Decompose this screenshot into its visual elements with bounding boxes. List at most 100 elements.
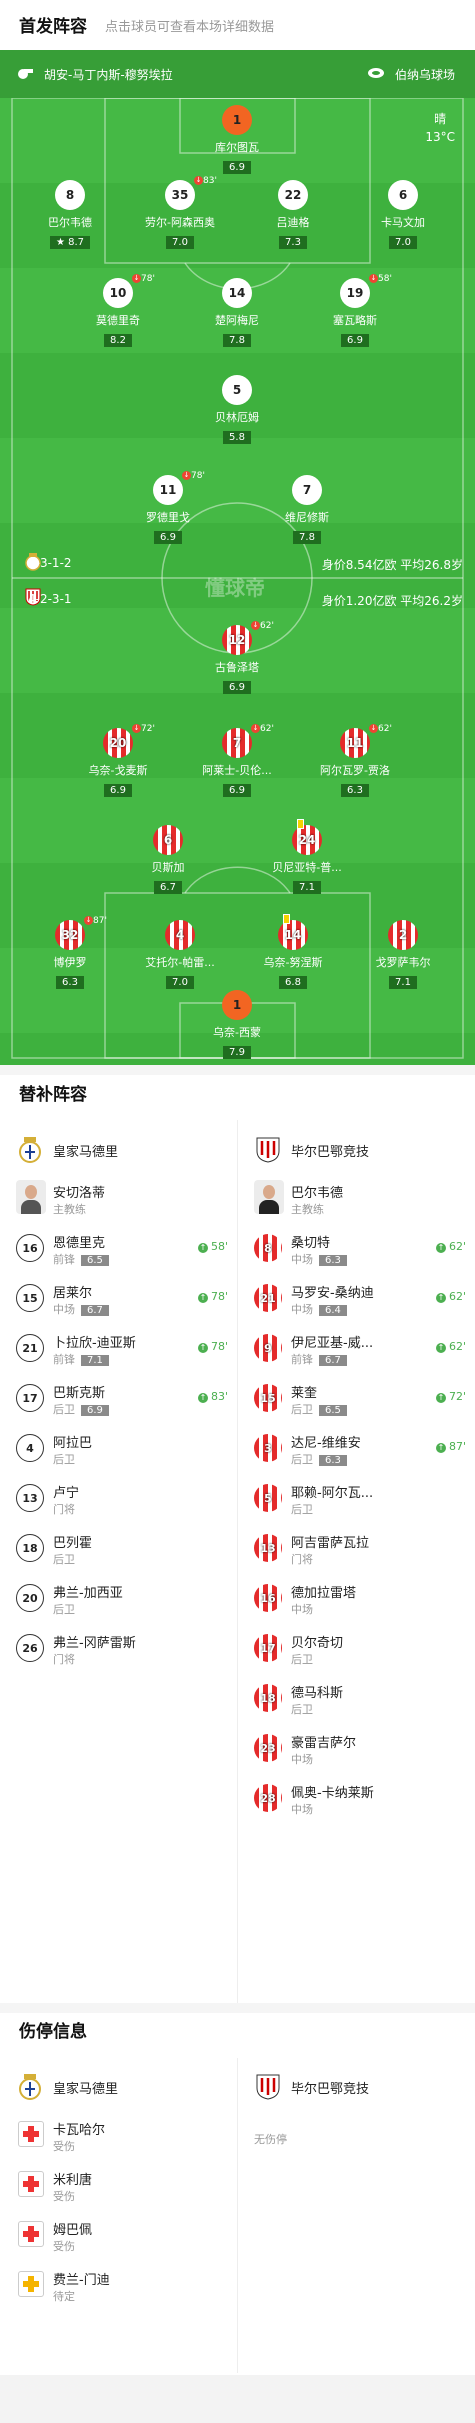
sub-minute: 72' xyxy=(141,724,155,734)
away-player[interactable]: 6 贝斯加 6.7 xyxy=(128,825,208,894)
player-rating: 6.7 xyxy=(154,881,182,894)
player-rating: 6.3 xyxy=(319,1255,347,1266)
injured-player-row[interactable]: 卡瓦哈尔 受伤 xyxy=(10,2110,232,2160)
home-player[interactable]: 35 ↓ 83' 劳尔-阿森西奥 7.0 xyxy=(140,176,220,249)
sub-player-row[interactable]: 9 伊尼亚基-威... 前锋 6.7 ↑ 62' xyxy=(248,1323,470,1373)
player-name: 卡马文加 xyxy=(381,216,425,229)
sub-minute: 62' xyxy=(448,1290,466,1303)
stadium-name: 伯纳乌球场 xyxy=(394,68,455,82)
sub-player-row[interactable]: 5 耶赖-阿尔瓦... 后卫 xyxy=(248,1473,470,1523)
lineup-header: 首发阵容 点击球员可查看本场详细数据 xyxy=(0,0,475,50)
sub-on-icon: ↑ xyxy=(197,1343,208,1353)
shirt-number: 35 xyxy=(165,180,195,210)
sub-player-row[interactable]: 28 佩奥-卡纳莱斯 中场 xyxy=(248,1773,470,1823)
player-rating: 6.3 xyxy=(56,976,84,989)
away-player[interactable]: 11 ↓ 62' 阿尔瓦罗-贾洛 6.3 xyxy=(315,724,395,797)
home-player[interactable]: 1 库尔图瓦 6.9 xyxy=(197,105,277,174)
sub-on-minute: ↑ 72' xyxy=(435,1390,466,1403)
injuries-away-club[interactable]: 毕尔巴鄂竞技 xyxy=(248,2062,470,2112)
player-position: 后卫 6.9 xyxy=(53,1401,109,1417)
player-position: 后卫 xyxy=(53,1553,75,1566)
sub-player-row[interactable]: 13 卢宁 门将 xyxy=(10,1473,232,1523)
away-squad-value: 身价1.20亿欧 平均26.2岁 xyxy=(321,594,463,608)
yellow-card-icon xyxy=(297,819,304,829)
sub-player-row[interactable]: 13 阿吉雷萨瓦拉 门将 xyxy=(248,1523,470,1573)
sub-on-icon: ↑ xyxy=(435,1343,446,1353)
home-player[interactable]: 8 巴尔韦德 ★ 8.7 xyxy=(30,180,110,249)
doubtful-icon xyxy=(18,2271,44,2297)
sub-minute: 87' xyxy=(93,916,107,926)
away-player[interactable]: 20 ↓ 72' 乌奈-戈麦斯 6.9 xyxy=(78,724,158,797)
player-name: 佩奥-卡纳莱斯 xyxy=(291,1786,374,1801)
whistle-icon xyxy=(18,69,33,79)
player-name: 劳尔-阿森西奥 xyxy=(145,216,215,229)
player-position: 前锋 6.7 xyxy=(291,1351,347,1367)
real-madrid-crest-icon xyxy=(19,1137,41,1163)
home-player[interactable]: 19 ↓ 58' 塞瓦略斯 6.9 xyxy=(315,274,395,347)
home-player[interactable]: 11 ↓ 78' 罗德里戈 6.9 xyxy=(128,471,208,544)
player-position: 中场 xyxy=(291,1803,313,1816)
sub-player-row[interactable]: 23 豪雷吉萨尔 中场 xyxy=(248,1723,470,1773)
subs-away-club[interactable]: 毕尔巴鄂竞技 xyxy=(248,1125,470,1175)
sub-player-row[interactable]: 16 德加拉雷塔 中场 xyxy=(248,1573,470,1623)
subs-home-club[interactable]: 皇家马德里 xyxy=(10,1125,232,1175)
away-player[interactable]: 24 贝尼亚特-普... 7.1 xyxy=(267,819,347,894)
away-player[interactable]: 1 乌奈-西蒙 7.9 xyxy=(197,990,277,1059)
away-player[interactable]: 7 ↓ 62' 阿莱士-贝伦... 6.9 xyxy=(197,724,277,797)
home-player[interactable]: 5 贝林厄姆 5.8 xyxy=(197,375,277,444)
sub-player-row[interactable]: 17 贝尔奇切 后卫 xyxy=(248,1623,470,1673)
sub-player-row[interactable]: 15 莱奎 后卫 6.5 ↑ 72' xyxy=(248,1373,470,1423)
player-position: 后卫 6.3 xyxy=(291,1451,347,1467)
watermark: 懂球帝 xyxy=(205,576,265,600)
home-player[interactable]: 7 维尼修斯 7.8 xyxy=(267,475,347,544)
sub-player-row[interactable]: 26 弗兰-冈萨雷斯 门将 xyxy=(10,1623,232,1673)
player-name: 乌奈-西蒙 xyxy=(213,1026,261,1039)
home-player[interactable]: 22 吕迪格 7.3 xyxy=(253,180,333,249)
player-name: 卜拉欣-迪亚斯 xyxy=(53,1336,136,1351)
match-info-bar: 胡安-马丁内斯-穆努埃拉 伯纳乌球场 xyxy=(0,50,475,98)
sub-player-row[interactable]: 16 恩德里克 前锋 6.5 ↑ 58' xyxy=(10,1223,232,1273)
sub-player-row[interactable]: 3 达尼-维维安 后卫 6.3 ↑ 87' xyxy=(248,1423,470,1473)
sub-player-row[interactable]: 4 阿拉巴 后卫 xyxy=(10,1423,232,1473)
shirt-number: 14 xyxy=(222,278,252,308)
sub-minute: 78' xyxy=(191,471,205,481)
away-player[interactable]: 2 戈罗萨韦尔 7.1 xyxy=(363,920,443,989)
sub-player-row[interactable]: 18 巴列霍 后卫 xyxy=(10,1523,232,1573)
home-coach[interactable]: 安切洛蒂 主教练 xyxy=(10,1173,232,1223)
sub-minute: 83' xyxy=(203,176,217,186)
away-player[interactable]: 14 乌奈-努涅斯 6.8 xyxy=(253,914,333,989)
injured-player-row[interactable]: 费兰-门迪 待定 xyxy=(10,2260,232,2310)
player-rating: 6.7 xyxy=(81,1305,109,1316)
sub-minute: 78' xyxy=(141,274,155,284)
injured-player-row[interactable]: 米利唐 受伤 xyxy=(10,2160,232,2210)
injured-player-row[interactable]: 姆巴佩 受伤 xyxy=(10,2210,232,2260)
temperature: 13°C xyxy=(425,130,455,144)
sub-player-row[interactable]: 8 桑切特 中场 6.3 ↑ 62' xyxy=(248,1223,470,1273)
injuries-home-club[interactable]: 皇家马德里 xyxy=(10,2062,232,2112)
sub-player-row[interactable]: 15 居莱尔 中场 6.7 ↑ 78' xyxy=(10,1273,232,1323)
home-player[interactable]: 6 卡马文加 7.0 xyxy=(363,180,443,249)
player-name: 巴尔韦德 xyxy=(48,216,92,229)
sub-player-row[interactable]: 21 马罗安-桑纳迪 中场 6.4 ↑ 62' xyxy=(248,1273,470,1323)
shirt-number: 5 xyxy=(254,1484,282,1512)
sub-player-row[interactable]: 17 巴斯克斯 后卫 6.9 ↑ 83' xyxy=(10,1373,232,1423)
sub-player-row[interactable]: 18 德马科斯 后卫 xyxy=(248,1673,470,1723)
player-name: 乌奈-努涅斯 xyxy=(263,956,323,969)
sub-player-row[interactable]: 21 卜拉欣-迪亚斯 前锋 7.1 ↑ 78' xyxy=(10,1323,232,1373)
away-coach[interactable]: 巴尔韦德 主教练 xyxy=(248,1173,470,1223)
home-player[interactable]: 10 ↓ 78' 莫德里奇 8.2 xyxy=(78,274,158,347)
away-player[interactable]: 12 ↓ 62' 古鲁泽塔 6.9 xyxy=(197,621,277,694)
player-name: 豪雷吉萨尔 xyxy=(291,1736,357,1751)
away-player[interactable]: 32 ↓ 87' 博伊罗 6.3 xyxy=(30,916,110,989)
player-name: 塞瓦略斯 xyxy=(333,314,377,327)
sub-minute: 58' xyxy=(378,274,392,284)
player-rating: 6.4 xyxy=(319,1305,347,1316)
shirt-number: 1 xyxy=(222,990,252,1020)
sub-on-minute: ↑ 58' xyxy=(197,1240,228,1253)
player-name: 居莱尔 xyxy=(53,1286,93,1301)
sub-minute: 78' xyxy=(210,1340,228,1353)
sub-player-row[interactable]: 20 弗兰-加西亚 后卫 xyxy=(10,1573,232,1623)
player-rating: 7.0 xyxy=(166,236,194,249)
away-player[interactable]: 4 艾托尔-帕雷... 7.0 xyxy=(140,920,220,989)
home-player[interactable]: 14 楚阿梅尼 7.8 xyxy=(197,278,277,347)
